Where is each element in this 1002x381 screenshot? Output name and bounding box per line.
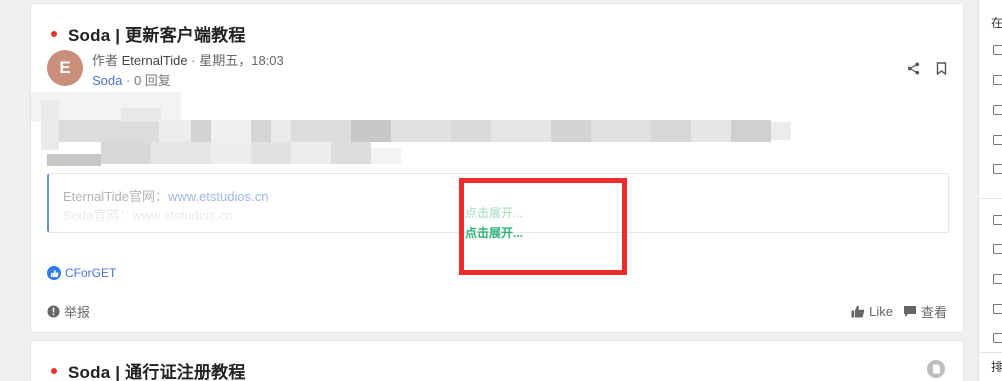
right-sidebar: 在 排 xyxy=(978,0,1002,381)
filter-checkbox[interactable] xyxy=(993,75,1002,85)
post-meta-secondary: Soda · 0 回复 xyxy=(92,70,171,89)
meta-separator: · xyxy=(126,73,131,88)
post-actions: Like 查看 xyxy=(841,302,947,321)
filter-checkbox[interactable] xyxy=(993,304,1002,314)
blurred-content xyxy=(31,92,791,167)
post-title-row[interactable]: Soda | 更新客户端教程 xyxy=(51,21,246,46)
report-label: 举报 xyxy=(64,305,91,320)
post-card: Soda | 更新客户端教程 E 作者 EternalTide · 星期五，18… xyxy=(30,3,964,333)
post-time: 星期五，18:03 xyxy=(199,53,284,68)
author-prefix: 作者 xyxy=(92,53,119,68)
share-icon[interactable] xyxy=(904,59,922,77)
post-title[interactable]: Soda | 通行证注册教程 xyxy=(68,358,246,381)
website-link[interactable]: www.etstudios.cn xyxy=(168,189,268,204)
like-label: Like xyxy=(869,304,893,319)
author-name[interactable]: EternalTide xyxy=(122,53,188,68)
view-button[interactable]: 查看 xyxy=(903,302,947,321)
category-link[interactable]: Soda xyxy=(92,73,122,88)
highlight-box xyxy=(459,178,627,275)
post-meta: 作者 EternalTide · 星期五，18:03 xyxy=(92,50,284,69)
unread-dot xyxy=(51,367,57,374)
filter-checkbox[interactable] xyxy=(993,135,1002,145)
sidebar-footer-text: 排 xyxy=(991,360,1002,374)
liked-by[interactable]: CForGET xyxy=(47,266,116,280)
quote-label: EternalTide官网： xyxy=(63,189,168,204)
post-title-row[interactable]: Soda | 通行证注册教程 xyxy=(51,358,246,381)
filter-checkbox[interactable] xyxy=(993,274,1002,284)
unread-dot xyxy=(51,30,57,37)
reply-count[interactable]: 0 回复 xyxy=(134,73,171,88)
filter-checkbox[interactable] xyxy=(993,215,1002,225)
sidebar-divider xyxy=(979,198,1002,199)
view-label: 查看 xyxy=(920,305,947,320)
post-card: Soda | 通行证注册教程 xyxy=(30,340,964,381)
like-button[interactable]: Like xyxy=(851,304,893,319)
meta-separator: · xyxy=(191,53,196,68)
sidebar-divider xyxy=(979,352,1002,353)
post-title[interactable]: Soda | 更新客户端教程 xyxy=(68,21,246,46)
pin-icon xyxy=(927,360,945,378)
filter-checkbox[interactable] xyxy=(993,333,1002,343)
quote-line-1: EternalTide官网：www.etstudios.cn xyxy=(63,186,268,205)
sidebar-heading: 在 xyxy=(991,16,1002,30)
avatar[interactable]: E xyxy=(47,50,83,86)
comment-icon xyxy=(903,306,916,317)
filter-checkbox[interactable] xyxy=(993,45,1002,55)
filter-checkbox[interactable] xyxy=(993,105,1002,115)
report-icon xyxy=(47,305,60,318)
report-button[interactable]: 举报 xyxy=(47,302,90,321)
like-badge-icon xyxy=(47,266,61,280)
liked-by-user[interactable]: CForGET xyxy=(65,266,116,280)
filter-checkbox[interactable] xyxy=(993,164,1002,174)
bookmark-icon[interactable] xyxy=(932,59,950,77)
filter-checkbox[interactable] xyxy=(993,244,1002,254)
thumbs-up-icon xyxy=(851,305,865,318)
